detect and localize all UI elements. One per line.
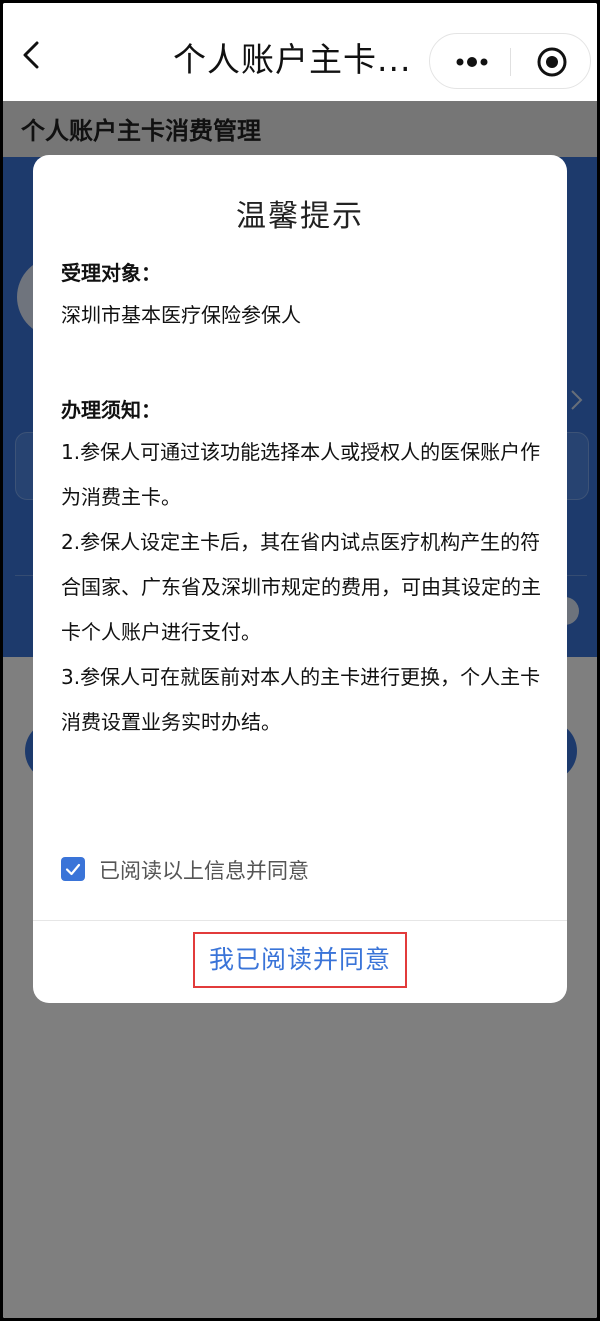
checkmark-icon [65,863,81,876]
notice-item-3: 3.参保人可在就医前对本人的主卡进行更换，个人主卡消费设置业务实时办结。 [61,665,541,734]
target-heading: 受理对象： [61,261,161,285]
capsule-divider [510,48,511,76]
confirm-agree-button[interactable]: 我已阅读并同意 [193,932,407,988]
target-circle-icon [537,47,567,77]
notice-dialog: 温馨提示 受理对象： 深圳市基本医疗保险参保人 办理须知： 1.参保人可通过该功… [33,155,567,1003]
more-button[interactable] [454,50,490,74]
navigation-bar: 个人账户主卡... [3,3,597,101]
notice-item-2: 2.参保人设定主卡后，其在省内试点医疗机构产生的符合国家、广东省及深圳市规定的费… [61,530,541,644]
back-button[interactable] [17,41,45,69]
agree-label: 已阅读以上信息并同意 [99,859,309,883]
agree-checkbox[interactable] [61,857,85,881]
agree-checkbox-row[interactable]: 已阅读以上信息并同意 [61,855,541,885]
page-title: 个人账户主卡... [173,40,412,79]
more-dots-icon [456,57,488,67]
target-text: 深圳市基本医疗保险参保人 [61,303,301,327]
chevron-left-icon [23,41,39,69]
mini-program-capsule [429,33,591,89]
phone-screen: 个人账户主卡... 个人账户主卡消费管理 [3,3,597,1318]
dialog-title: 温馨提示 [236,199,364,234]
dialog-divider [33,920,567,921]
notice-heading: 办理须知： [61,398,161,422]
dialog-body: 受理对象： 深圳市基本医疗保险参保人 办理须知： 1.参保人可通过该功能选择本人… [61,253,541,745]
close-mini-program-button[interactable] [536,46,568,78]
notice-item-1: 1.参保人可通过该功能选择本人或授权人的医保账户作为消费主卡。 [61,440,541,509]
